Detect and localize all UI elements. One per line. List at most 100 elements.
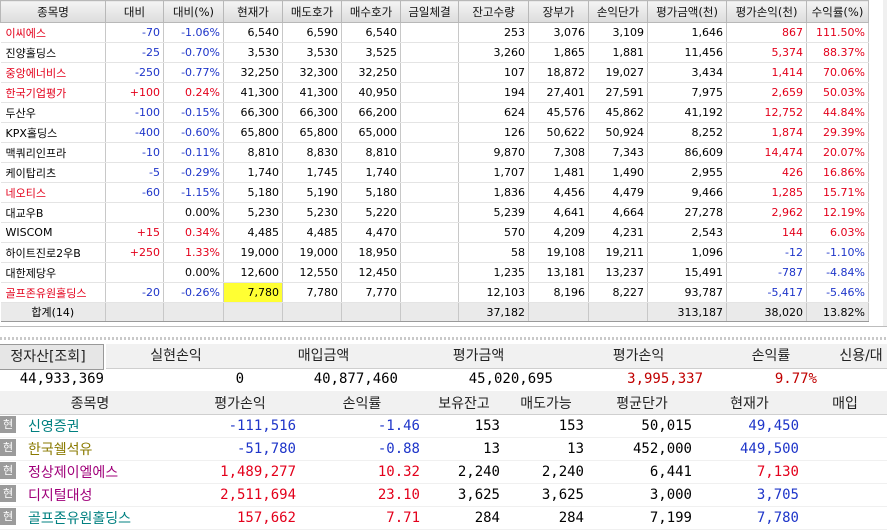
holdings-row[interactable]: 케이탑리츠 -5 -0.29% 1,740 1,745 1,740 1,707 1,481 1,… [0,162,869,183]
balance-col-header[interactable]: 현재가 [696,391,803,415]
holdings-row[interactable]: 골프존유원홀딩스 -20 -0.26% 7,780 7,780 7,770 12,103 8,… [0,282,869,303]
balance-col-header[interactable]: 평가손익 [180,391,300,415]
summary-net-assets-value: 44,933,369 [19,371,104,387]
summary-header-eval-pl: 평가손익 [556,344,721,369]
holdings-cell-qty: 194 [458,82,529,103]
balance-cell-price: 449,500 [696,437,803,461]
balance-col-header[interactable]: 보유잔고 [424,391,504,415]
holdings-cell-price: 41,300 [223,82,283,103]
holdings-col-header[interactable]: 종목명 [0,0,106,23]
balance-cell-sell: 284 [504,506,588,530]
holdings-cell-name: 하이트진로2우B [0,242,106,263]
cash-tag-badge: 현 [0,485,16,502]
holdings-row[interactable]: 대한제당우 0.00% 12,600 12,550 12,450 1,235 13,181 1… [0,262,869,283]
holdings-cell-bid: 12,450 [341,262,401,283]
holdings-col-header[interactable]: 잔고수량 [458,0,529,23]
holdings-cell-price: 65,800 [223,122,283,143]
holdings-col-header[interactable]: 금일체결 [400,0,459,23]
holdings-cell-eval: 9,466 [647,182,727,203]
balance-col-header[interactable]: 평균단가 [588,391,696,415]
summary-header-pl-rate: 손익률 [721,344,821,369]
holdings-row[interactable]: 두산우 -100 -0.15% 66,300 66,300 66,200 624 45,576… [0,102,869,123]
holdings-col-header[interactable]: 현재가 [223,0,283,23]
holdings-row[interactable]: KPX홀딩스 -400 -0.60% 65,800 65,800 65,000 126 50,… [0,122,869,143]
holdings-cell-pl: 5,374 [726,42,807,63]
cash-tag-badge: 현 [0,462,16,479]
holdings-cell-book: 4,456 [528,182,589,203]
holdings-row[interactable]: 한국기업평가 +100 0.24% 41,300 41,300 40,950 194 27,4… [0,82,869,103]
holdings-cell-pl: -787 [726,262,807,283]
holdings-cell-pct: 0.00% [163,202,224,223]
holdings-row[interactable]: WISCOM +15 0.34% 4,485 4,485 4,470 570 4,209 4,2… [0,222,869,243]
summary-credit-value [821,369,881,389]
balance-row[interactable]: 현 신영증권 -111,516 -1.46 153 153 50,015 49,450 [0,414,887,438]
holdings-col-header[interactable]: 수익률(%) [806,0,869,23]
balance-col-header[interactable]: 매입 [803,391,887,415]
holdings-cell-qty: 9,870 [458,142,529,163]
holdings-col-header[interactable]: 대비 [105,0,164,23]
balance-row[interactable]: 현 한국쉘석유 -51,780 -0.88 13 13 452,000 449,500 [0,437,887,461]
holdings-cell-today [400,122,459,143]
holdings-row[interactable]: 네오티스 -60 -1.15% 5,180 5,190 5,180 1,836 4,456 4,… [0,182,869,203]
holdings-cell-price: 12,600 [223,262,283,283]
holdings-col-header[interactable]: 손익단가 [588,0,648,23]
holdings-row[interactable]: 중앙에너비스 -250 -0.77% 32,250 32,300 32,250 107 18,… [0,62,869,83]
holdings-cell-eval: 27,278 [647,202,727,223]
panel-splitter[interactable] [0,326,887,345]
balance-cell-purchase [803,506,887,530]
holdings-col-header[interactable]: 평가손익(천) [726,0,807,23]
summary-header-net-assets-button[interactable]: 정자산[조회] [0,344,104,370]
balance-col-header[interactable]: 손익률 [300,391,424,415]
balance-cell-purchase [803,414,887,438]
holdings-cell-name: 두산우 [0,102,106,123]
balance-col-header[interactable]: 매도가능 [504,391,588,415]
holdings-col-header[interactable]: 장부가 [528,0,589,23]
balance-col-header[interactable]: 종목명 [0,391,180,415]
holdings-col-header[interactable]: 매수호가 [341,0,401,23]
holdings-row[interactable]: 맥쿼리인프라 -10 -0.11% 8,810 8,830 8,810 9,870 7,308… [0,142,869,163]
holdings-cell-pl: 12,752 [726,102,807,123]
holdings-cell-pct: -0.29% [163,162,224,183]
holdings-cell-bep: 4,664 [588,202,648,223]
balance-row[interactable]: 현 골프존유원홀딩스 157,662 7.71 284 284 7,199 7,780 [0,506,887,530]
holdings-cell-eval: 8,252 [647,122,727,143]
holdings-cell-ask: 41,300 [282,82,342,103]
holdings-cell-ret: 111.50% [806,22,869,43]
holdings-cell-today [400,162,459,183]
holdings-cell-today [400,182,459,203]
holdings-row[interactable]: 이씨에스 -70 -1.06% 6,540 6,590 6,540 253 3,076 3,10… [0,22,869,43]
holdings-row[interactable]: 진양홀딩스 -25 -0.70% 3,530 3,530 3,525 3,260 1,865 1… [0,42,869,63]
holdings-cell-ret: 50.03% [806,82,869,103]
holdings-cell-diff: -10 [105,142,164,163]
vertical-scrollbar[interactable] [883,0,887,326]
total-cell-empty [400,302,459,322]
cash-tag-badge: 현 [0,439,16,456]
holdings-cell-eval: 41,192 [647,102,727,123]
balance-stock-name: 한국쉘석유 [28,442,93,458]
holdings-col-header[interactable]: 평가금액(천) [647,0,727,23]
balance-row[interactable]: 현 정상제이엘에스 1,489,277 10.32 2,240 2,240 6,441 7,1… [0,460,887,484]
cash-tag-badge: 현 [0,416,16,433]
holdings-cell-diff: -70 [105,22,164,43]
total-cell-qty: 37,182 [458,302,529,322]
holdings-cell-pct: -0.60% [163,122,224,143]
holdings-cell-qty: 12,103 [458,282,529,303]
holdings-cell-pl: 2,659 [726,82,807,103]
balance-cell-name: 현 신영증권 [0,414,180,438]
holdings-cell-price: 7,780 [223,282,283,303]
holdings-table-panel: 종목명 대비 대비(%) 현재가 매도호가 매수호가 금일체결 잔고수량 장부가 손익단가 평가금액… [0,0,887,326]
holdings-cell-ask: 65,800 [282,122,342,143]
holdings-row[interactable]: 대교우B 0.00% 5,230 5,230 5,220 5,239 4,641 4,664 2… [0,202,869,223]
holdings-cell-bid: 4,470 [341,222,401,243]
holdings-col-header[interactable]: 매도호가 [282,0,342,23]
holdings-cell-price: 19,000 [223,242,283,263]
splitter-grip[interactable] [0,337,887,340]
holdings-cell-book: 19,108 [528,242,589,263]
holdings-cell-qty: 1,836 [458,182,529,203]
balance-cell-price: 7,130 [696,460,803,484]
holdings-cell-book: 4,209 [528,222,589,243]
balance-row[interactable]: 현 디지털대성 2,511,694 23.10 3,625 3,625 3,000 3,705 [0,483,887,507]
holdings-row[interactable]: 하이트진로2우B +250 1.33% 19,000 19,000 18,950 58 19,… [0,242,869,263]
balance-table-panel: 종목명 평가손익 손익률 보유잔고 매도가능 평균단가 현재가 매입 현 신영증권 -111,51… [0,391,887,530]
holdings-col-header[interactable]: 대비(%) [163,0,224,23]
